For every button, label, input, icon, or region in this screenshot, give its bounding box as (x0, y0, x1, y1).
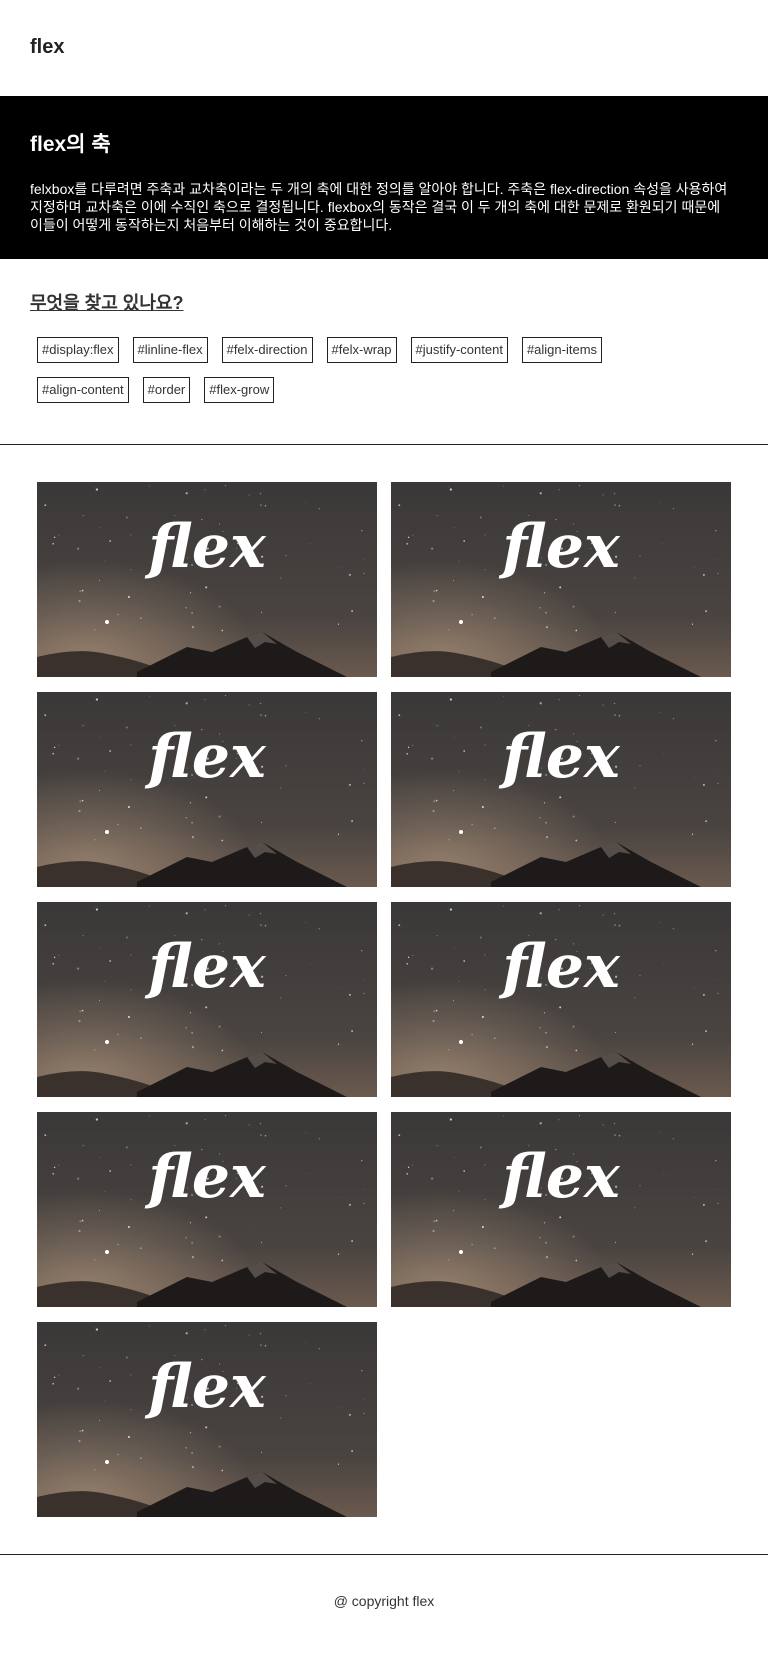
tag-flex-grow[interactable]: #flex-grow (204, 377, 275, 403)
gallery-image[interactable]: flex (37, 1322, 377, 1517)
search-title: 무엇을 찾고 있나요? (30, 293, 184, 313)
gallery-image[interactable]: flex (391, 902, 731, 1097)
tag-display-flex[interactable]: #display:flex (37, 337, 119, 363)
site-header: flex (0, 0, 768, 96)
svg-text:flex: flex (144, 1352, 267, 1422)
svg-text:flex: flex (144, 722, 267, 792)
site-logo[interactable]: flex (30, 36, 64, 59)
gallery-image[interactable]: flex (391, 692, 731, 887)
gallery-image[interactable]: flex (37, 902, 377, 1097)
svg-text:flex: flex (498, 1142, 621, 1212)
tag-inline-flex[interactable]: #linline-flex (132, 337, 208, 363)
gallery-image[interactable]: flex (37, 692, 377, 887)
tag-search-section: 무엇을 찾고 있나요? #display:flex #linline-flex … (0, 259, 768, 445)
gallery-image[interactable]: flex (391, 482, 731, 677)
svg-text:flex: flex (144, 512, 267, 582)
site-footer: @ copyright flex (0, 1555, 768, 1651)
tag-align-items[interactable]: #align-items (521, 337, 603, 363)
svg-text:flex: flex (144, 1142, 267, 1212)
hero-description: felxbox를 다루려면 주축과 교차축이라는 두 개의 축에 대한 정의를 … (30, 181, 728, 233)
image-grid: flex flex flex flex flex flex flex flex … (37, 482, 768, 1517)
svg-text:flex: flex (144, 932, 267, 1002)
gallery-image[interactable]: flex (391, 1112, 731, 1307)
gallery-section: flex flex flex flex flex flex flex flex … (0, 445, 768, 1555)
svg-text:flex: flex (498, 512, 621, 582)
tag-flex-direction[interactable]: #felx-direction (221, 337, 313, 363)
copyright-text: @ copyright flex (333, 1593, 435, 1609)
hero-title: flex의 축 (30, 133, 111, 156)
tag-list: #display:flex #linline-flex #felx-direct… (30, 337, 707, 417)
gallery-image[interactable]: flex (37, 1112, 377, 1307)
tag-order[interactable]: #order (142, 377, 191, 403)
hero-section: flex의 축 felxbox를 다루려면 주축과 교차축이라는 두 개의 축에… (0, 96, 768, 259)
tag-align-content[interactable]: #align-content (37, 377, 129, 403)
gallery-image[interactable]: flex (37, 482, 377, 677)
tag-flex-wrap[interactable]: #felx-wrap (326, 337, 397, 363)
tag-justify-content[interactable]: #justify-content (410, 337, 508, 363)
svg-text:flex: flex (498, 932, 621, 1002)
svg-text:flex: flex (498, 722, 621, 792)
